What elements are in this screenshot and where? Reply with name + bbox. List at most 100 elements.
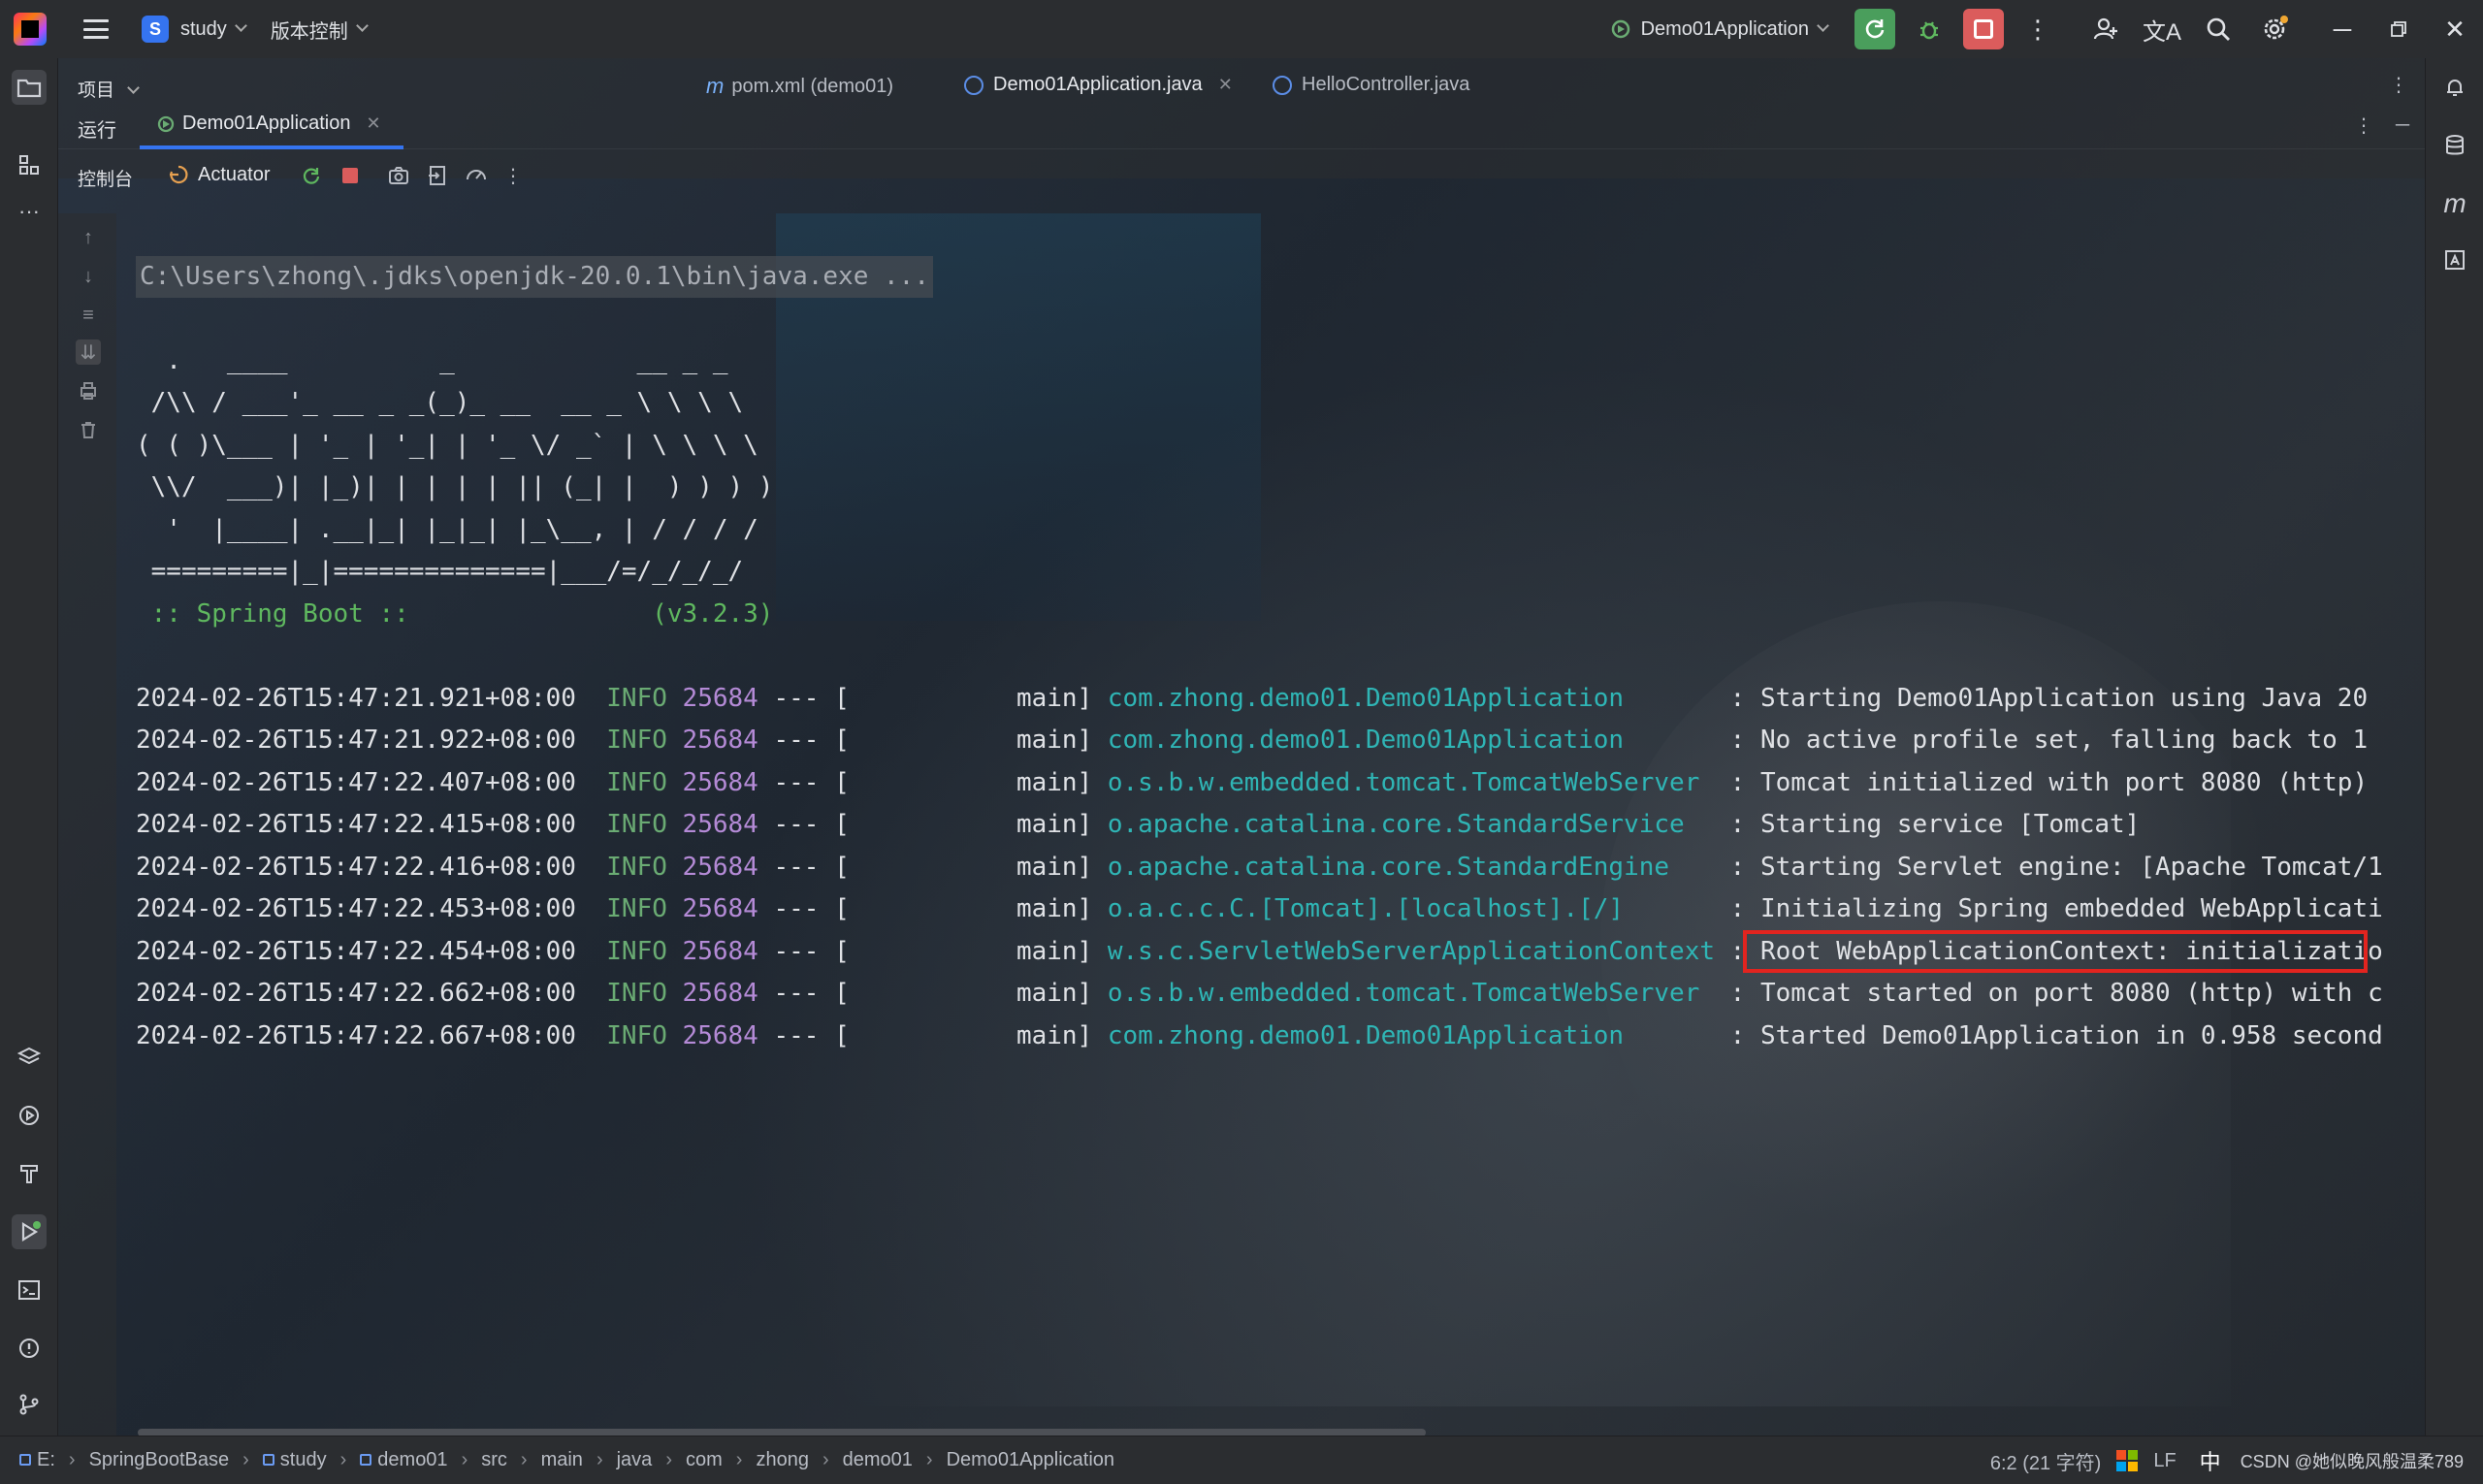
settings-gear-icon[interactable] <box>2254 9 2295 49</box>
close-tab-icon[interactable]: ✕ <box>1218 75 1233 95</box>
breadcrumb-item[interactable]: src <box>481 1449 507 1471</box>
rerun-icon[interactable] <box>299 163 324 188</box>
spring-banner-line: . ____ _ __ _ _ <box>136 345 728 375</box>
rerun-button[interactable] <box>1854 9 1895 49</box>
console-output[interactable]: C:\Users\zhong\.jdks\openjdk-20.0.1\bin\… <box>136 213 2425 1426</box>
breadcrumb-item[interactable]: demo01 <box>360 1449 448 1471</box>
scroll-up-icon[interactable]: ↑ <box>76 225 101 250</box>
log-logger: o.apache.catalina.core.StandardEngine <box>1107 852 1716 882</box>
add-user-icon[interactable] <box>2085 9 2126 49</box>
terminal-icon[interactable] <box>12 1273 47 1307</box>
actuator-tab[interactable]: Actuator <box>167 163 270 186</box>
project-view-toggle[interactable]: 项目 <box>78 76 141 102</box>
breadcrumb-item[interactable]: java <box>617 1449 653 1471</box>
exit-icon[interactable] <box>425 163 450 188</box>
search-icon[interactable] <box>2198 9 2239 49</box>
scroll-to-end-icon[interactable]: ⇊ <box>76 339 101 365</box>
layers-icon[interactable] <box>12 1040 47 1075</box>
minimize-icon[interactable]: ─ <box>2322 9 2363 49</box>
breadcrumb-separator: › <box>925 1449 933 1470</box>
database-icon[interactable] <box>2437 128 2472 163</box>
print-icon[interactable] <box>76 378 101 403</box>
log-logger: com.zhong.demo01.Demo01Application <box>1107 726 1716 755</box>
restore-icon[interactable] <box>2378 9 2419 49</box>
log-logger: o.a.c.c.C.[Tomcat].[localhost].[/] <box>1107 894 1716 923</box>
log-pid: 25684 <box>682 683 758 713</box>
run-config-selector[interactable]: Demo01Application <box>1610 17 1829 41</box>
breadcrumb-label: demo01 <box>377 1449 448 1470</box>
log-logger: w.s.c.ServletWebServerApplicationContext <box>1107 936 1716 966</box>
tab-pom-xml[interactable]: m pom.xml (demo01) <box>706 74 893 99</box>
console-gutter: ↑ ↓ ≡ ⇊ <box>58 213 116 1436</box>
chevron-down-icon <box>127 81 141 94</box>
chevron-down-icon[interactable] <box>234 18 247 32</box>
notifications-bell-icon[interactable] <box>2437 70 2472 105</box>
line-separator[interactable]: LF <box>2153 1450 2176 1472</box>
left-tool-strip: ··· <box>0 58 58 1436</box>
tab-demo01application-java[interactable]: Demo01Application.java ✕ <box>964 74 1233 96</box>
build-hammer-icon[interactable] <box>12 1156 47 1191</box>
run-config-label: Demo01Application <box>1640 17 1809 40</box>
git-branch-icon[interactable] <box>12 1387 47 1422</box>
more-tools-icon[interactable]: ··· <box>12 194 47 229</box>
breadcrumb-item[interactable]: SpringBootBase <box>89 1449 230 1471</box>
log-thread: --- [ main] <box>773 894 1093 923</box>
cursor-position[interactable]: 6:2 (21 字符) <box>1990 1447 2101 1475</box>
breadcrumb-item[interactable]: study <box>262 1449 327 1471</box>
breadcrumb-item[interactable]: demo01 <box>843 1449 913 1471</box>
breadcrumb-item[interactable]: zhong <box>756 1449 809 1471</box>
main-menu-icon[interactable] <box>83 19 109 39</box>
breadcrumb-item[interactable]: main <box>541 1449 583 1471</box>
run-panel-options-icon[interactable]: ⋮ <box>2351 113 2376 138</box>
clear-trash-icon[interactable] <box>76 417 101 442</box>
camera-icon[interactable] <box>386 163 411 188</box>
translate-icon[interactable]: 文A <box>2142 9 2182 49</box>
chevron-down-icon[interactable] <box>355 18 369 32</box>
maven-icon[interactable]: m <box>2437 186 2472 221</box>
log-thread: --- [ main] <box>773 810 1093 839</box>
close-icon[interactable]: ✕ <box>2435 9 2475 49</box>
module-icon <box>360 1454 372 1466</box>
log-timestamp: 2024-02-26T15:47:22.667+08:00 <box>136 1020 576 1050</box>
services-icon[interactable] <box>12 1098 47 1133</box>
breadcrumb-separator: › <box>242 1449 249 1470</box>
tab-hellocontroller-java[interactable]: HelloController.java <box>1273 74 1469 96</box>
console-tab[interactable]: 控制台 <box>78 165 133 191</box>
breadcrumb-separator: › <box>735 1449 743 1470</box>
run-tab-demo01application[interactable]: Demo01Application ✕ <box>155 113 381 135</box>
breadcrumb-item[interactable]: E: <box>19 1449 55 1471</box>
spring-boot-version: :: Spring Boot :: (v3.2.3) <box>136 598 774 629</box>
run-tool-icon[interactable] <box>12 1214 47 1249</box>
run-panel-tabs: 运行 Demo01Application ✕ ⋮ ─ <box>58 103 2425 149</box>
log-timestamp: 2024-02-26T15:47:22.662+08:00 <box>136 979 576 1008</box>
log-thread: --- [ main] <box>773 852 1093 882</box>
soft-wrap-icon[interactable]: ≡ <box>76 303 101 328</box>
tab-options-icon[interactable]: ⋮ <box>2386 72 2411 97</box>
ai-assistant-icon[interactable] <box>2437 242 2472 277</box>
project-name[interactable]: study <box>180 18 227 41</box>
problems-icon[interactable] <box>12 1331 47 1366</box>
spring-class-icon <box>964 75 984 95</box>
log-timestamp: 2024-02-26T15:47:22.453+08:00 <box>136 894 576 923</box>
breadcrumb-item[interactable]: com <box>686 1449 723 1471</box>
structure-icon[interactable] <box>12 147 47 182</box>
profiler-icon[interactable] <box>464 163 489 188</box>
debug-button[interactable] <box>1909 9 1950 49</box>
intellij-logo-icon[interactable] <box>14 13 47 46</box>
log-timestamp: 2024-02-26T15:47:22.407+08:00 <box>136 767 576 797</box>
vcs-menu[interactable]: 版本控制 <box>271 16 348 44</box>
close-run-tab-icon[interactable]: ✕ <box>366 113 380 134</box>
breadcrumb-item[interactable]: Demo01Application <box>947 1449 1114 1471</box>
log-thread: --- [ main] <box>773 767 1093 797</box>
spring-run-icon <box>157 115 175 132</box>
more-actions-icon[interactable]: ⋮ <box>2017 9 2058 49</box>
log-logger: com.zhong.demo01.Demo01Application <box>1107 1020 1716 1050</box>
project-folder-icon[interactable] <box>12 70 47 105</box>
more-options-icon[interactable]: ⋮ <box>500 163 526 188</box>
stop-icon[interactable] <box>338 163 363 188</box>
log-logger: com.zhong.demo01.Demo01Application <box>1107 683 1716 713</box>
stop-button[interactable] <box>1963 9 2004 49</box>
hide-panel-icon[interactable]: ─ <box>2390 113 2415 138</box>
project-badge[interactable]: S <box>142 16 169 43</box>
scroll-down-icon[interactable]: ↓ <box>76 264 101 289</box>
